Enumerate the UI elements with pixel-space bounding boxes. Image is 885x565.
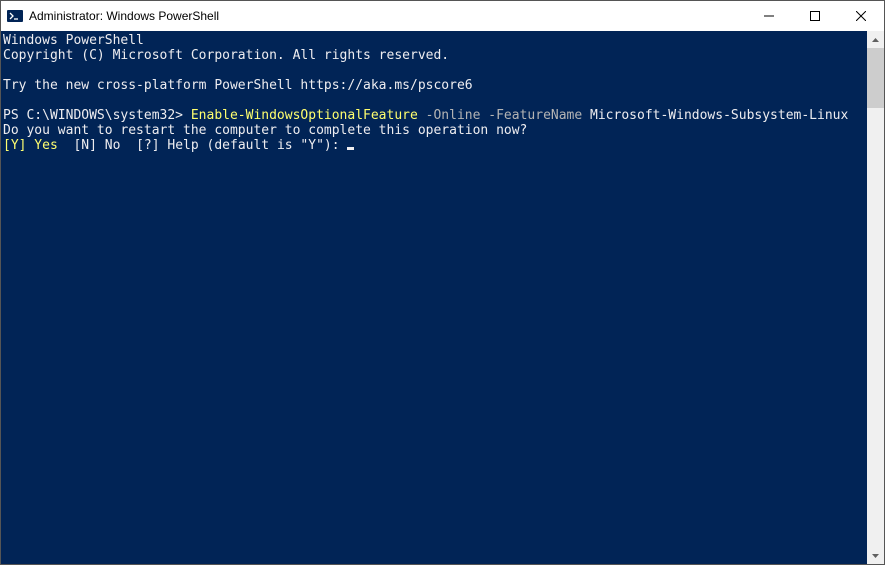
content-area: Windows PowerShell Copyright (C) Microso… (1, 31, 884, 564)
header-line-1: Windows PowerShell (3, 33, 144, 48)
param-featurename: -FeatureName (480, 108, 582, 123)
terminal-output[interactable]: Windows PowerShell Copyright (C) Microso… (1, 31, 867, 564)
option-no: [N] No (66, 138, 129, 153)
restart-question: Do you want to restart the computer to c… (3, 123, 527, 138)
cursor-icon (347, 147, 354, 150)
option-yes: [Y] Yes (3, 138, 66, 153)
try-line: Try the new cross-platform PowerShell ht… (3, 78, 473, 93)
command-name: Enable-WindowsOptionalFeature (191, 108, 418, 123)
close-button[interactable] (838, 1, 884, 31)
scroll-down-button[interactable] (867, 547, 884, 564)
feature-argument: Microsoft-Windows-Subsystem-Linux (582, 108, 848, 123)
titlebar[interactable]: Administrator: Windows PowerShell (1, 1, 884, 31)
window-controls (746, 1, 884, 31)
maximize-button[interactable] (792, 1, 838, 31)
prompt-text: PS C:\WINDOWS\system32> (3, 108, 191, 123)
scroll-thumb[interactable] (867, 48, 884, 108)
vertical-scrollbar[interactable] (867, 31, 884, 564)
window-title: Administrator: Windows PowerShell (29, 9, 746, 23)
scroll-up-button[interactable] (867, 31, 884, 48)
option-help: [?] Help (default is "Y"): (128, 138, 347, 153)
scroll-track[interactable] (867, 48, 884, 547)
powershell-window: Administrator: Windows PowerShell Window… (0, 0, 885, 565)
minimize-button[interactable] (746, 1, 792, 31)
powershell-icon (7, 8, 23, 24)
header-line-2: Copyright (C) Microsoft Corporation. All… (3, 48, 449, 63)
param-online: -Online (418, 108, 481, 123)
